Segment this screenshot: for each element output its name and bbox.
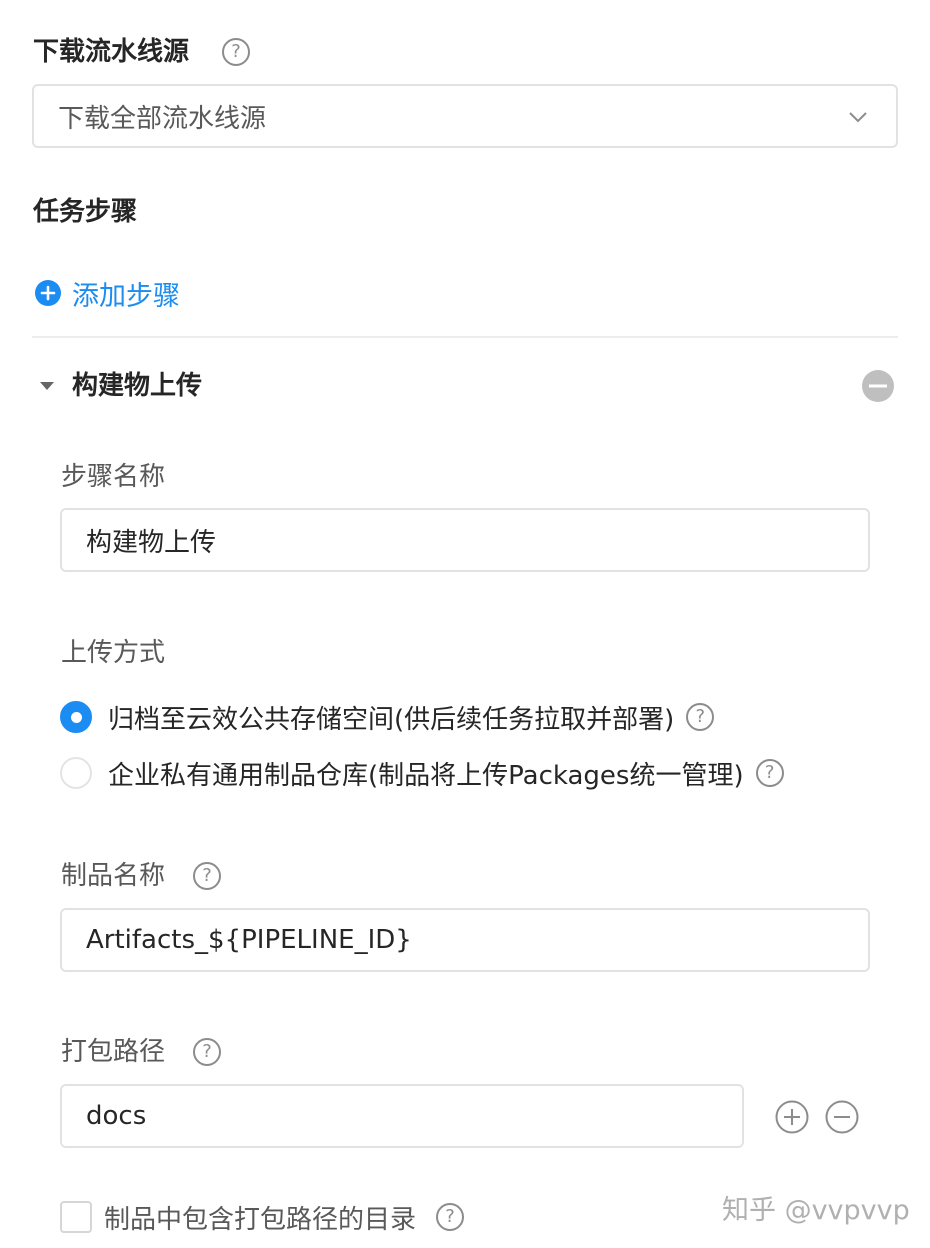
plus-circle-outline-icon[interactable] (775, 1100, 809, 1134)
pack-path-value: docs (86, 1101, 147, 1131)
question-circle-icon[interactable]: ? (193, 862, 221, 890)
minus-circle-outline-icon[interactable] (825, 1100, 859, 1134)
download-source-select[interactable]: 下载全部流水线源 (32, 84, 898, 148)
upload-option-label: 企业私有通用制品仓库(制品将上传Packages统一管理) (108, 760, 744, 791)
step-name-value: 构建物上传 (86, 527, 217, 558)
caret-down-icon[interactable] (39, 381, 55, 391)
include-dir-checkbox-row[interactable]: 制品中包含打包路径的目录 ? (60, 1198, 465, 1236)
divider (32, 336, 898, 338)
question-circle-icon[interactable]: ? (193, 1038, 221, 1066)
chevron-down-icon (849, 112, 867, 123)
upload-option-public-storage[interactable]: 归档至云效公共存储空间(供后续任务拉取并部署) ? (60, 697, 715, 737)
step-title: 构建物上传 (72, 371, 203, 401)
question-circle-icon[interactable]: ? (686, 703, 715, 731)
radio-button-checked[interactable] (60, 701, 92, 733)
radio-button-unchecked[interactable] (60, 757, 92, 789)
download-source-select-value: 下载全部流水线源 (58, 103, 267, 134)
step-name-label: 步骤名称 (61, 462, 166, 492)
pack-path-input[interactable]: docs (60, 1084, 744, 1148)
task-steps-label: 任务步骤 (33, 197, 138, 227)
artifact-name-label: 制品名称 (61, 861, 166, 891)
upload-option-private-repo[interactable]: 企业私有通用制品仓库(制品将上传Packages统一管理) ? (60, 753, 784, 793)
question-circle-icon[interactable]: ? (755, 759, 784, 787)
upload-option-label: 归档至云效公共存储空间(供后续任务拉取并部署) (108, 704, 675, 735)
add-step-button[interactable]: 添加步骤 (35, 274, 180, 312)
checkbox[interactable] (60, 1201, 92, 1233)
artifact-name-value: Artifacts_${PIPELINE_ID} (86, 925, 412, 955)
question-circle-icon[interactable]: ? (222, 38, 250, 66)
upload-method-label: 上传方式 (61, 638, 166, 668)
pack-path-label: 打包路径 (61, 1037, 166, 1067)
question-circle-icon[interactable]: ? (436, 1203, 465, 1231)
artifact-name-input[interactable]: Artifacts_${PIPELINE_ID} (60, 908, 870, 972)
add-step-label: 添加步骤 (72, 280, 180, 312)
minus-circle-icon[interactable] (862, 370, 894, 402)
include-dir-label: 制品中包含打包路径的目录 (104, 1204, 417, 1235)
step-name-input[interactable]: 构建物上传 (60, 508, 870, 572)
download-source-label: 下载流水线源 (33, 37, 190, 67)
watermark: 知乎 @vvpvvp (722, 1195, 910, 1226)
plus-circle-icon (35, 280, 61, 306)
